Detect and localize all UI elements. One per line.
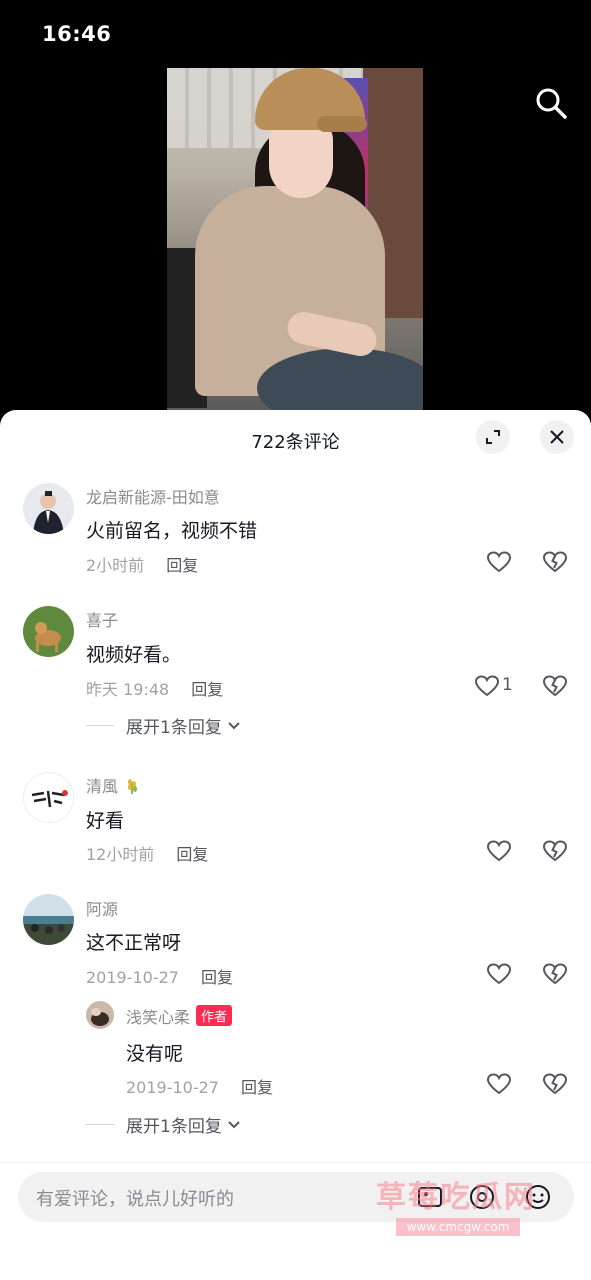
comment-time: 昨天 19:48 (86, 680, 170, 699)
expand-replies-button[interactable]: 展开1条回复 (86, 1112, 241, 1137)
broken-heart-icon[interactable] (542, 550, 568, 574)
comment-meta: 昨天 19:48 回复 (86, 676, 223, 700)
username-text: 浅笑心柔 (126, 1008, 191, 1027)
chevron-down-icon (228, 721, 240, 729)
watermark-text: 草莓吃瓜网 (376, 1180, 536, 1215)
broken-heart-icon[interactable] (542, 839, 568, 863)
comment-text: 好看 (86, 810, 125, 832)
reply-button[interactable]: 回复 (241, 1078, 273, 1097)
reply-button[interactable]: 回复 (191, 680, 223, 699)
avatar[interactable] (23, 772, 74, 823)
comment-text: 火前留名，视频不错 (86, 520, 258, 542)
expand-icon (486, 430, 500, 444)
comment-text: 这不正常呀 (86, 932, 182, 954)
status-time: 16:46 (42, 22, 112, 46)
expand-sheet-button[interactable] (476, 420, 510, 454)
comment-meta: 2小时前 回复 (86, 552, 198, 576)
comment-time: 2019-10-27 (126, 1078, 219, 1097)
reply-button[interactable]: 回复 (201, 968, 233, 987)
expand-replies-button[interactable]: 展开1条回复 (86, 713, 241, 738)
broken-heart-icon[interactable] (542, 1072, 568, 1096)
like-count: 1 (502, 675, 513, 695)
avatar[interactable] (23, 483, 74, 534)
close-icon (550, 430, 564, 444)
heart-icon[interactable] (486, 962, 512, 986)
close-button[interactable] (540, 420, 574, 454)
username[interactable]: 清風 (86, 773, 141, 797)
avatar[interactable] (23, 606, 74, 657)
username[interactable]: 龙启新能源-田如意 (86, 484, 220, 508)
search-icon[interactable] (534, 86, 568, 120)
broken-heart-icon[interactable] (542, 962, 568, 986)
comment-time: 2小时前 (86, 556, 145, 575)
heart-icon[interactable] (486, 1072, 512, 1096)
heart-icon[interactable] (474, 674, 500, 698)
broken-heart-icon[interactable] (542, 674, 568, 698)
reply-button[interactable]: 回复 (176, 845, 208, 864)
video-thumbnail[interactable] (167, 68, 423, 410)
username-text: 清風 (86, 777, 119, 796)
comment-time: 12小时前 (86, 845, 155, 864)
expand-replies-label: 展开1条回复 (126, 1117, 222, 1137)
rice-emoji-icon (128, 779, 138, 794)
video-area[interactable]: 16:46 (0, 0, 591, 440)
avatar[interactable] (23, 894, 74, 945)
comment-text: 没有呢 (126, 1043, 184, 1065)
comment-meta: 12小时前 回复 (86, 841, 208, 865)
comment-meta: 2019-10-27 回复 (86, 964, 233, 988)
username[interactable]: 阿源 (86, 896, 118, 920)
heart-icon[interactable] (486, 839, 512, 863)
comment-text: 视频好看。 (86, 644, 182, 666)
username[interactable]: 浅笑心柔 作者 (126, 1004, 233, 1028)
comment-time: 2019-10-27 (86, 968, 179, 987)
reply-button[interactable]: 回复 (166, 556, 198, 575)
watermark-url: www.cmcgw.com (396, 1218, 520, 1236)
comment-input-placeholder: 有爱评论，说点儿好听的 (36, 1189, 234, 1210)
username[interactable]: 喜子 (86, 607, 118, 631)
divider (0, 1162, 591, 1163)
chevron-down-icon (228, 1120, 240, 1128)
heart-icon[interactable] (486, 550, 512, 574)
avatar[interactable] (86, 1001, 114, 1029)
expand-replies-label: 展开1条回复 (126, 718, 222, 738)
author-badge: 作者 (196, 1005, 233, 1026)
comment-meta: 2019-10-27 回复 (126, 1074, 273, 1098)
